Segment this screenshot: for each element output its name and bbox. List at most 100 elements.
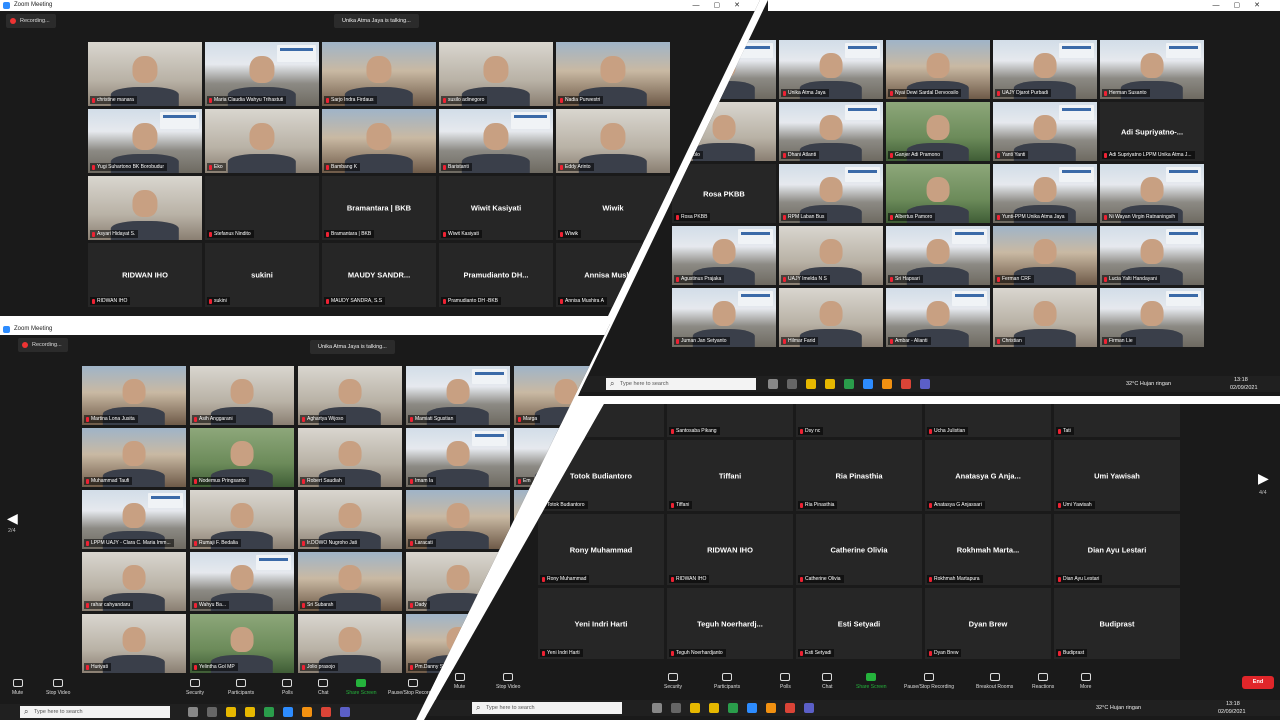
participant-tile[interactable]: Anatasya G Anja... Anatasya G Anjassari xyxy=(925,440,1051,511)
polls-button[interactable]: Polls xyxy=(282,679,293,696)
participant-tile[interactable]: Sarjo Indra Firdaus xyxy=(322,42,436,106)
participant-tile[interactable]: Dsy nc xyxy=(796,404,922,437)
prev-page-arrow-icon[interactable]: ◀ xyxy=(7,510,18,527)
participant-tile[interactable]: Laracati xyxy=(406,490,510,549)
participant-tile[interactable]: RPM Laban Bus xyxy=(779,164,883,223)
participant-tile[interactable]: Rosa PKBB Rosa PKBB xyxy=(672,164,776,223)
participant-tile[interactable]: Unika Atma Jaya xyxy=(779,40,883,99)
participant-tile[interactable]: Budiprast Budiprast xyxy=(1054,588,1180,659)
participants-button[interactable]: Participants xyxy=(228,679,254,696)
participant-tile[interactable]: Tati xyxy=(1054,404,1180,437)
participant-tile[interactable]: Baristanti xyxy=(439,109,553,173)
participant-tile[interactable]: Ambar - Alianti xyxy=(886,288,990,347)
participant-tile[interactable]: Hilmar Farid xyxy=(779,288,883,347)
participant-tile[interactable]: Nyai Dewi Sardal Dervoosilo xyxy=(886,40,990,99)
recording-indicator[interactable]: Recording... xyxy=(18,338,68,352)
taskbar-weather[interactable]: 32°C Hujan ringan xyxy=(1126,376,1171,392)
participant-tile[interactable]: Catherine Olivia Catherine Olivia xyxy=(796,514,922,585)
participant-tile[interactable]: RIDWAN IHO RIDWAN IHO xyxy=(88,243,202,307)
participant-tile[interactable]: Nodemus Pringsanto xyxy=(190,428,294,487)
participant-tile[interactable]: Ni Wayan Virgin Ratnaningsih xyxy=(1100,164,1204,223)
participant-tile[interactable]: Mamiati Sgustian xyxy=(406,366,510,425)
participant-tile[interactable]: Dhani Atlanti xyxy=(779,102,883,161)
participant-tile[interactable]: Herman Susanto xyxy=(1100,40,1204,99)
participant-tile[interactable]: rahar cahyandaru xyxy=(82,552,186,611)
participant-tile[interactable]: Nadia Purwestri xyxy=(556,42,670,106)
participant-tile[interactable]: Rumaji F. Bedalia xyxy=(190,490,294,549)
participant-tile[interactable]: Bambang K xyxy=(322,109,436,173)
share-screen-button[interactable]: Share Screen xyxy=(856,673,887,690)
more-button[interactable]: More xyxy=(1080,673,1091,690)
participant-tile[interactable]: Asyari Hidayat S. xyxy=(88,176,202,240)
participant-tile[interactable]: Dian Ayu Lestari Dian Ayu Lestari xyxy=(1054,514,1180,585)
participant-tile[interactable]: Rokhmah Marta... Rokhmah Martapura xyxy=(925,514,1051,585)
participant-tile[interactable]: Dyan Brew Dyan Brew xyxy=(925,588,1051,659)
participant-tile[interactable]: Umi Yawisah Umi Yawisah xyxy=(1054,440,1180,511)
participant-tile[interactable]: Eko xyxy=(205,109,319,173)
participant-tile[interactable]: Teguh Noerhardj... Teguh Noerhardjanto xyxy=(667,588,793,659)
taskbar-weather[interactable]: 32°C Hujan ringan xyxy=(1096,700,1141,716)
participant-tile[interactable]: Firman Lie xyxy=(1100,288,1204,347)
participant-tile[interactable]: Yugi Suhartono BK Borobudur xyxy=(88,109,202,173)
participant-tile[interactable]: Pramudianto DH... Pramudianto DH -BKB xyxy=(439,243,553,307)
pause-recording-button[interactable]: Pause/Stop Recording xyxy=(388,679,438,696)
participant-tile[interactable]: Robert Saudiah xyxy=(298,428,402,487)
taskbar-app-icons[interactable] xyxy=(768,379,930,389)
participant-tile[interactable]: Santosaba Pikang xyxy=(667,404,793,437)
participant-tile[interactable]: Maria Claudia Wahyu Trihastuti xyxy=(205,42,319,106)
participant-tile[interactable]: Totok Budiantoro Totok Budiantoro xyxy=(538,440,664,511)
participant-tile[interactable]: sukini sukini xyxy=(205,243,319,307)
reactions-button[interactable]: Reactions xyxy=(1032,673,1054,690)
participant-tile[interactable]: Albertus Pamoro xyxy=(886,164,990,223)
participant-tile[interactable]: Ganjer Adi Pramono xyxy=(886,102,990,161)
participant-tile[interactable]: christine manara xyxy=(88,42,202,106)
participant-tile[interactable]: UAJY Djarot Purbadi xyxy=(993,40,1097,99)
participant-tile[interactable]: Jolio prasojo xyxy=(298,614,402,673)
recording-indicator[interactable]: Recording... xyxy=(6,14,56,28)
participant-tile[interactable]: Ir.DOWO Nugroho Jati xyxy=(298,490,402,549)
end-meeting-button[interactable]: End xyxy=(1242,676,1274,689)
participant-tile[interactable]: Tiffani Tiffani xyxy=(667,440,793,511)
mute-button[interactable]: Mute xyxy=(12,679,23,696)
taskbar-time[interactable]: 13:18 xyxy=(1226,700,1240,708)
participant-tile[interactable]: Christian xyxy=(993,288,1097,347)
participants-button[interactable]: Participants xyxy=(714,673,740,690)
participant-tile[interactable]: Wahyu Ba... xyxy=(190,552,294,611)
taskbar-app-icons[interactable] xyxy=(652,703,814,713)
polls-button[interactable]: Polls xyxy=(780,673,791,690)
participant-tile[interactable]: Stefanus Nindito xyxy=(205,176,319,240)
participant-tile[interactable]: Yeni Indri Harti Yeni Indri Harti xyxy=(538,588,664,659)
participant-tile[interactable]: Yanti Yanti xyxy=(993,102,1097,161)
participant-tile[interactable]: Wiwit Kasiyati Wiwit Kasiyati xyxy=(439,176,553,240)
participant-tile[interactable]: Rony Muhammad Rony Muhammad xyxy=(538,514,664,585)
participant-tile[interactable]: Ferman CRF xyxy=(993,226,1097,285)
participant-tile[interactable]: Muhammad Taufi xyxy=(82,428,186,487)
window-controls[interactable]: —▢✕ xyxy=(693,0,754,11)
participant-tile[interactable]: Juman Jan Setyanto xyxy=(672,288,776,347)
participant-tile[interactable]: Adi Supriyatno-... Adi Supriyatno LPPM Un… xyxy=(1100,102,1204,161)
stop-video-button[interactable]: Stop Video xyxy=(496,673,520,690)
participant-tile[interactable]: UAJY Imelda N S xyxy=(779,226,883,285)
participant-tile[interactable]: RIDWAN IHO RIDWAN IHO xyxy=(667,514,793,585)
participant-tile[interactable]: Sri Subarah xyxy=(298,552,402,611)
participant-tile[interactable]: Eddy Arinto xyxy=(556,109,670,173)
chat-button[interactable]: Chat xyxy=(822,673,833,690)
stop-video-button[interactable]: Stop Video xyxy=(46,679,70,696)
taskbar-search[interactable]: Type here to search xyxy=(606,378,756,390)
taskbar-app-icons[interactable] xyxy=(188,707,350,717)
participant-tile[interactable]: Esti Setyadi Esti Setyadi xyxy=(796,588,922,659)
participant-tile[interactable]: Yelintha Gol MP xyxy=(190,614,294,673)
pause-recording-button[interactable]: Pause/Stop Recording xyxy=(904,673,954,690)
participant-tile[interactable]: Aghartya Wijoso xyxy=(298,366,402,425)
taskbar-date[interactable]: 02/09/2021 xyxy=(1218,708,1246,716)
participant-tile[interactable]: Lucia Yalti Handayani xyxy=(1100,226,1204,285)
security-button[interactable]: Security xyxy=(664,673,682,690)
mute-button[interactable]: Mute xyxy=(454,673,465,690)
chat-button[interactable]: Chat xyxy=(318,679,329,696)
participant-tile[interactable]: Huriyati xyxy=(82,614,186,673)
participant-tile[interactable]: MAUDY SANDR... MAUDY SANDRA, S.S xyxy=(322,243,436,307)
taskbar-date[interactable]: 02/09/2021 xyxy=(1230,384,1258,392)
taskbar-search[interactable]: Type here to search xyxy=(472,702,622,714)
participant-tile[interactable]: LPPM UAJY - Clara C. Maria Imm... xyxy=(82,490,186,549)
next-page-arrow-icon[interactable]: ▶ xyxy=(1258,470,1269,487)
